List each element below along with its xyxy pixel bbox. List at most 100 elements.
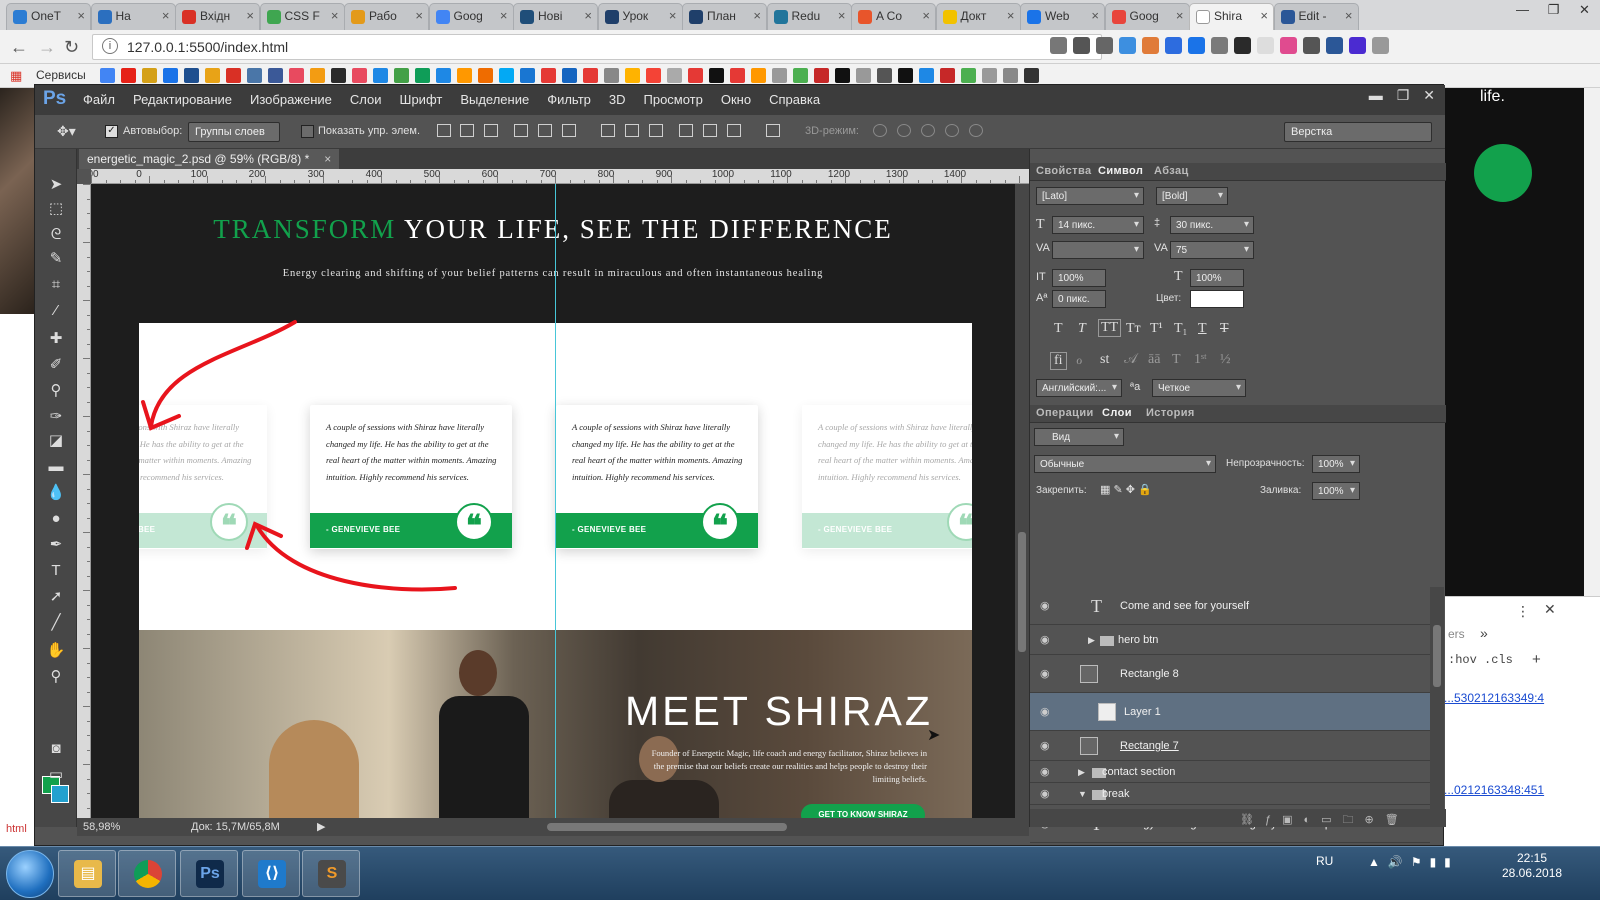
- 3d-mode-icon[interactable]: [921, 124, 935, 137]
- close-tab-icon[interactable]: ×: [669, 8, 677, 23]
- document-tab[interactable]: energetic_magic_2.psd @ 59% (RGB/8) * ×: [79, 149, 340, 169]
- visibility-eye-icon[interactable]: ◉: [1040, 633, 1050, 646]
- add-rule-icon[interactable]: +: [1532, 651, 1541, 668]
- workspace-select[interactable]: Верстка: [1284, 122, 1432, 142]
- gradient-tool-icon[interactable]: ▬: [44, 457, 68, 477]
- marquee-tool-icon[interactable]: ⬚: [44, 199, 68, 219]
- bookmark-icon[interactable]: [856, 68, 871, 83]
- restore-button[interactable]: ❐: [1397, 87, 1410, 104]
- bookmark-icon[interactable]: [331, 68, 346, 83]
- layer-row[interactable]: ◉ Rectangle 8: [1030, 655, 1430, 693]
- close-tab-icon[interactable]: ×: [1007, 8, 1015, 23]
- extension-icon[interactable]: [1119, 37, 1136, 54]
- close-icon[interactable]: ✕: [1544, 601, 1556, 618]
- blend-mode-select[interactable]: Обычные: [1034, 455, 1216, 473]
- eyedropper-tool-icon[interactable]: ⁄: [44, 301, 68, 321]
- browser-tab[interactable]: Web ×: [1020, 3, 1105, 30]
- browser-tab[interactable]: План ×: [682, 3, 767, 30]
- source-link[interactable]: ...530212163349:4: [1444, 691, 1544, 705]
- layer-filter-select[interactable]: Вид: [1034, 428, 1124, 446]
- bookmark-icon[interactable]: [226, 68, 241, 83]
- ligatures-icon[interactable]: fi: [1050, 352, 1067, 370]
- extension-icon[interactable]: [1188, 37, 1205, 54]
- minimize-button[interactable]: ▬: [1369, 87, 1383, 104]
- blur-tool-icon[interactable]: 💧: [44, 483, 68, 503]
- chevron-down-icon[interactable]: ▼: [1078, 789, 1087, 799]
- taskbar-explorer[interactable]: ▤: [58, 850, 116, 897]
- zoom-tool-icon[interactable]: ⚲: [44, 667, 68, 687]
- extension-icon[interactable]: [1234, 37, 1251, 54]
- extension-icon[interactable]: [1142, 37, 1159, 54]
- scroll-thumb[interactable]: [1433, 625, 1441, 687]
- ps-menu-item[interactable]: Редактирование: [133, 92, 232, 107]
- extension-icon[interactable]: [1280, 37, 1297, 54]
- bookmark-icon[interactable]: [163, 68, 178, 83]
- bookmark-icon[interactable]: [604, 68, 619, 83]
- align-icon[interactable]: [514, 124, 528, 137]
- bookmark-icon[interactable]: [541, 68, 556, 83]
- 3d-mode-icon[interactable]: [873, 124, 887, 137]
- ps-menu-item[interactable]: Слои: [350, 92, 382, 107]
- vertical-ruler[interactable]: [77, 184, 91, 818]
- extension-icon[interactable]: [1257, 37, 1274, 54]
- align-icon[interactable]: [460, 124, 474, 137]
- get-to-know-button[interactable]: GET TO KNOW SHIRAZ: [801, 804, 925, 818]
- type-tool-icon[interactable]: T: [44, 561, 68, 581]
- language-select[interactable]: Английский:...: [1036, 379, 1122, 397]
- bookmarks-label[interactable]: Сервисы: [36, 68, 86, 82]
- close-icon[interactable]: ×: [324, 152, 331, 166]
- extension-icon[interactable]: [1050, 37, 1067, 54]
- 3d-mode-icon[interactable]: [969, 124, 983, 137]
- bookmark-icon[interactable]: [142, 68, 157, 83]
- small-caps-icon[interactable]: Tт: [1126, 321, 1141, 337]
- ps-menu-item[interactable]: Окно: [721, 92, 751, 107]
- superscript-icon[interactable]: T¹: [1150, 321, 1163, 337]
- bookmark-icon[interactable]: [499, 68, 514, 83]
- browser-tab[interactable]: Edit - ×: [1273, 3, 1359, 30]
- bookmark-icon[interactable]: [793, 68, 808, 83]
- visibility-eye-icon[interactable]: ◉: [1040, 739, 1050, 752]
- layer-row[interactable]: ◉ Layer 1: [1030, 693, 1430, 731]
- bookmark-icon[interactable]: [625, 68, 640, 83]
- visibility-eye-icon[interactable]: ◉: [1040, 787, 1050, 800]
- layer-row[interactable]: ◉ Rectangle 7: [1030, 731, 1430, 761]
- start-button[interactable]: [6, 850, 54, 898]
- browser-tab[interactable]: Ha ×: [90, 3, 176, 30]
- bookmark-icon[interactable]: [982, 68, 997, 83]
- close-tab-icon[interactable]: ×: [1260, 8, 1268, 23]
- discretionary-icon[interactable]: āā: [1148, 352, 1160, 368]
- baseline-field[interactable]: 0 пикс.: [1052, 290, 1106, 308]
- ps-menu-item[interactable]: Изображение: [250, 92, 332, 107]
- browser-tab[interactable]: Goog ×: [428, 3, 514, 30]
- apps-icon[interactable]: ▦: [10, 68, 22, 84]
- extension-icon[interactable]: [1372, 37, 1389, 54]
- minimize-button[interactable]: —: [1507, 0, 1538, 22]
- layer-row[interactable]: ◉ ▶ hero btn: [1030, 625, 1430, 655]
- stamp-tool-icon[interactable]: ⚲: [44, 381, 68, 401]
- ps-menu-item[interactable]: Справка: [769, 92, 820, 107]
- tab-properties[interactable]: Свойства: [1036, 165, 1091, 177]
- visibility-eye-icon[interactable]: ◉: [1040, 765, 1050, 778]
- align-icon[interactable]: [703, 124, 717, 137]
- bookmark-icon[interactable]: [961, 68, 976, 83]
- chevron-right-icon[interactable]: ▶: [1078, 767, 1085, 778]
- tab-paragraph[interactable]: Абзац: [1154, 165, 1189, 177]
- extension-icon[interactable]: [1165, 37, 1182, 54]
- ordinals-icon[interactable]: 1ˢᵗ: [1194, 352, 1207, 368]
- bookmark-icon[interactable]: [646, 68, 661, 83]
- hov-cls-toggle[interactable]: :hov .cls: [1448, 653, 1513, 667]
- font-style-select[interactable]: [Bold]: [1156, 187, 1228, 205]
- 3d-mode-icon[interactable]: [897, 124, 911, 137]
- move-tool-icon[interactable]: ➤: [44, 175, 68, 195]
- ps-menu-item[interactable]: Файл: [83, 92, 115, 107]
- bookmark-icon[interactable]: [667, 68, 682, 83]
- tab-character[interactable]: Символ: [1098, 165, 1143, 177]
- line-tool-icon[interactable]: ╱: [44, 613, 68, 633]
- bookmark-icon[interactable]: [898, 68, 913, 83]
- vertical-scale-field[interactable]: 100%: [1052, 269, 1106, 287]
- ps-menu-item[interactable]: Шрифт: [400, 92, 443, 107]
- background-color-swatch[interactable]: [51, 785, 69, 803]
- close-tab-icon[interactable]: ×: [331, 8, 339, 23]
- forward-icon[interactable]: →: [38, 37, 56, 58]
- bookmark-icon[interactable]: [562, 68, 577, 83]
